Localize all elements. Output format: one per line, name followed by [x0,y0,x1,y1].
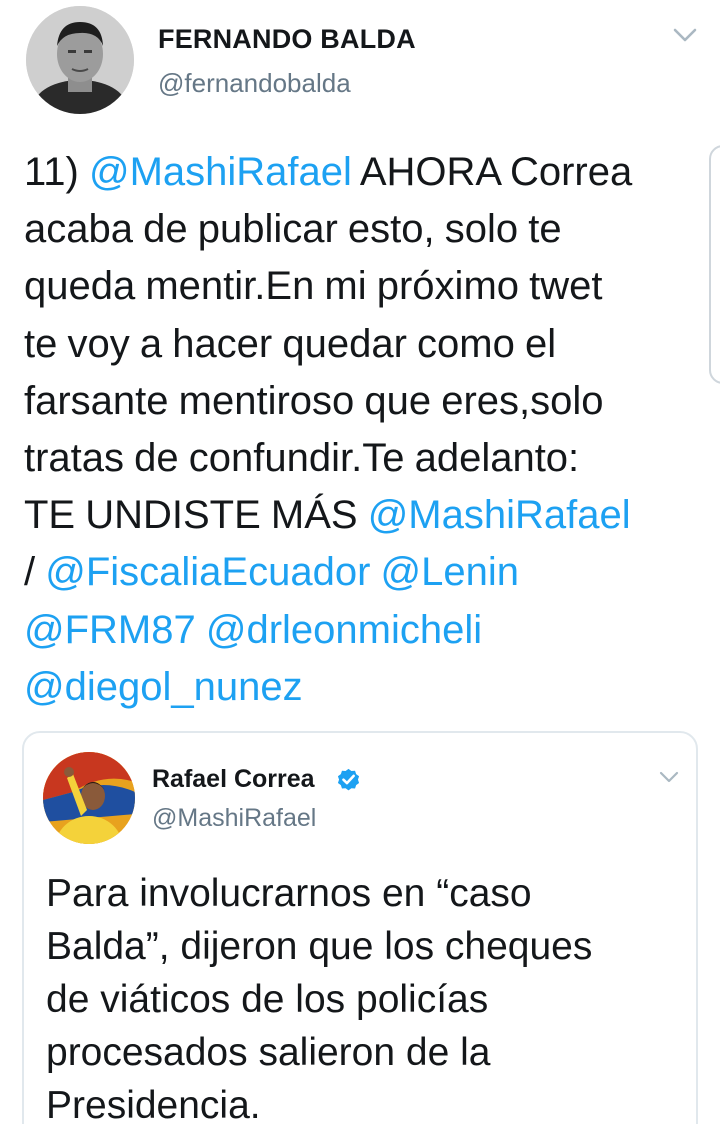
mention-link[interactable]: @MashiRafael [89,150,352,194]
quoted-tweet-text-line: procesados salieron de la [46,1031,491,1074]
scroll-handle[interactable] [709,145,720,384]
quoted-tweet-text: Para involucrarnos en “caso Balda”, dijer… [46,867,686,1124]
tweet-text-line: 11) @MashiRafael AHORA Correa [24,144,704,201]
quoted-author-display-name[interactable]: Rafael Correa [152,765,315,794]
tweet-text-line: / @FiscaliaEcuador @Lenin [24,544,704,601]
mention-link[interactable]: @drleonmicheli [206,608,482,652]
quoted-tweet-card[interactable]: Rafael Correa @MashiRafael Para involucr… [22,731,698,1124]
tweet-text-line: acaba de publicar esto, solo te [24,201,704,258]
tweet-text-segment: AHORA Correa [351,150,633,194]
mention-link[interactable]: @FRM87 [24,608,196,652]
tweet-text-segment: tratas de confundir.Te adelanto: [24,436,580,481]
tweet-text-line: @diegol_nunez [24,659,704,716]
tweet-text-segment: farsante mentiroso que eres,solo [24,378,604,423]
quoted-author-handle[interactable]: @MashiRafael [152,804,316,833]
tweet-header: FERNANDO BALDA @fernandobalda [0,0,720,130]
quoted-author-photo-icon [43,752,135,844]
author-photo-icon [26,6,134,114]
tweet-text-line: queda mentir.En mi próximo twet [24,258,704,315]
quoted-tweet-text-line: Balda”, dijeron que los cheques [46,925,593,968]
tweet-text-segment [370,550,380,594]
tweet-text-line: farsante mentiroso que eres,solo [24,373,704,430]
tweet-text-line: te voy a hacer quedar como el [24,316,704,373]
tweet-text-line: TE UNDISTE MÁS @MashiRafael [24,487,704,544]
verified-badge-icon [337,768,360,791]
tweet-text-segment [196,608,206,652]
mention-link[interactable]: @FiscaliaEcuador [45,550,370,594]
tweet-text-segment: acaba de publicar esto, solo te [24,207,562,252]
mention-link[interactable]: @diegol_nunez [24,665,303,709]
tweet-text-line: @FRM87 @drleonmicheli [24,602,704,659]
chevron-down-icon[interactable] [658,770,680,785]
tweet-text-segment: / [24,550,46,595]
tweet-text: 11) @MashiRafael AHORA Correa acaba de pu… [24,144,704,716]
tweet-text-segment: 11) [24,150,89,194]
tweet-text-line: tratas de confundir.Te adelanto: [24,430,704,487]
tweet-text-segment: queda mentir.En mi próximo twet [24,264,603,309]
quoted-tweet-text-line: de viáticos de los policías [46,978,489,1021]
quoted-author-avatar[interactable] [43,752,135,844]
quoted-tweet-text-line: Presidencia. [46,1084,261,1124]
chevron-down-icon[interactable] [672,26,698,44]
mention-link[interactable]: @MashiRafael [368,493,631,537]
tweet-text-segment: TE UNDISTE MÁS [24,493,368,538]
author-avatar[interactable] [26,6,134,114]
author-display-name[interactable]: FERNANDO BALDA [158,24,416,55]
mention-link[interactable]: @Lenin [381,550,519,594]
tweet-text-segment: te voy a hacer quedar como el [24,321,557,366]
quoted-tweet-text-line: Para involucrarnos en “caso [46,872,532,915]
author-handle[interactable]: @fernandobalda [158,68,351,99]
